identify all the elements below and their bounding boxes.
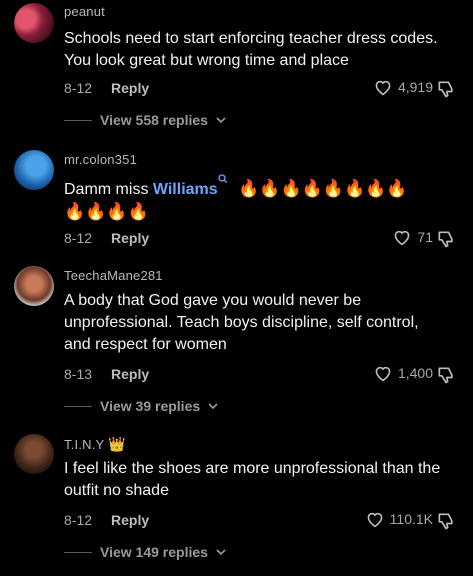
thumb-down-outline-icon[interactable] [436, 365, 456, 385]
view-replies-button[interactable]: View 558 replies [64, 112, 226, 128]
like-count: 71 [417, 229, 433, 245]
view-replies-divider [64, 551, 92, 553]
comment-username-text: T.I.N.Y [64, 437, 105, 452]
comment-text: Damm miss Williams 🔥🔥🔥🔥🔥🔥🔥🔥 🔥🔥🔥🔥 [64, 174, 449, 224]
like-button[interactable]: 110.1K [365, 510, 433, 528]
view-replies-divider [64, 405, 92, 407]
comment-username[interactable]: peanut [64, 4, 105, 19]
chevron-down-icon [208, 403, 218, 410]
reply-button[interactable]: Reply [111, 512, 149, 528]
comment-text: I feel like the shoes are more unprofess… [64, 460, 441, 499]
heart-outline-icon [375, 80, 391, 96]
comment-1: peanut Schools need to start enforcing t… [0, 0, 473, 140]
heart-outline-icon [375, 366, 391, 382]
comment-date: 8-12 [64, 512, 93, 528]
search-icon [218, 174, 227, 184]
comment-username[interactable]: mr.colon351 [64, 152, 137, 167]
reply-button[interactable]: Reply [111, 80, 149, 96]
like-button[interactable]: 4,919 [373, 78, 433, 96]
comment-username[interactable]: TeechaMane281 [64, 268, 163, 283]
comment-3: TeechaMane281 A body that God gave you w… [0, 260, 473, 425]
like-button[interactable]: 71 [392, 228, 433, 246]
fire-emojis: 🔥🔥🔥🔥🔥🔥🔥🔥 [238, 179, 408, 198]
avatar[interactable] [14, 266, 54, 306]
view-replies-button[interactable]: View 39 replies [64, 398, 218, 414]
comment-date: 8-12 [64, 80, 93, 96]
view-replies-label: View 149 replies [100, 544, 208, 560]
view-replies-button[interactable]: View 149 replies [64, 544, 226, 560]
heart-outline-icon [395, 230, 410, 246]
thumb-down-outline-icon[interactable] [436, 79, 456, 99]
like-button[interactable]: 1,400 [373, 364, 433, 382]
comment-text: Schools need to start enforcing teacher … [64, 30, 438, 69]
reply-button[interactable]: Reply [111, 230, 149, 246]
comment-text-before: Damm miss [64, 181, 149, 198]
mention-link[interactable]: Williams [153, 181, 218, 198]
avatar[interactable] [14, 150, 54, 190]
view-replies-divider [64, 119, 92, 121]
like-count: 1,400 [397, 365, 433, 381]
crown-emoji: 👑 [108, 436, 127, 452]
fire-emojis: 🔥🔥🔥🔥 [64, 202, 149, 221]
thumb-down-outline-icon[interactable] [436, 511, 456, 531]
comment-text: A body that God gave you would never be … [64, 292, 419, 353]
heart-outline-icon [367, 512, 383, 528]
reply-button[interactable]: Reply [111, 366, 149, 382]
comment-date: 8-13 [64, 366, 93, 382]
view-replies-label: View 558 replies [100, 112, 208, 128]
thumb-down-outline-icon[interactable] [436, 229, 456, 249]
chevron-down-icon [216, 549, 226, 556]
comment-date: 8-12 [64, 230, 93, 246]
avatar[interactable] [14, 434, 54, 474]
chevron-down-icon [216, 117, 226, 124]
like-count: 110.1K [389, 511, 433, 527]
comment-username[interactable]: T.I.N.Y 👑 [64, 436, 126, 453]
avatar[interactable] [14, 3, 54, 43]
comment-2: mr.colon351 Damm miss Williams 🔥🔥🔥🔥🔥🔥🔥🔥 … [0, 140, 473, 260]
like-count: 4,919 [397, 79, 433, 95]
comment-4: T.I.N.Y 👑 I feel like the shoes are more … [0, 430, 473, 576]
view-replies-label: View 39 replies [100, 398, 201, 414]
